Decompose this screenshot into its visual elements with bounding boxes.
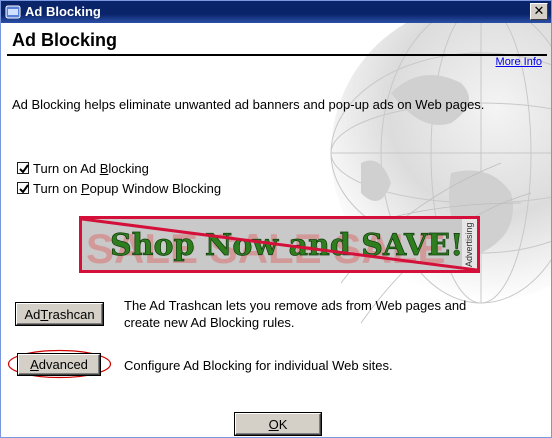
header-divider	[7, 54, 547, 56]
page-title: Ad Blocking	[12, 30, 118, 50]
description-text: Ad Blocking helps eliminate unwanted ad …	[12, 97, 485, 112]
window-title: Ad Blocking	[25, 4, 101, 19]
ok-button[interactable]: OK	[235, 413, 321, 435]
checkmark-icon	[19, 184, 29, 194]
more-info-link[interactable]: More Info	[496, 56, 542, 68]
ad-trashcan-description: The Ad Trashcan lets you remove ads from…	[124, 298, 467, 330]
popup-blocking-label: Turn on Popup Window Blocking	[33, 180, 222, 196]
close-button[interactable]: ✕	[530, 3, 548, 20]
advanced-description: Configure Ad Blocking for individual Web…	[124, 358, 393, 373]
blocked-ad-banner: SALE SALE SALE Shop Now and SAVE! Advert…	[79, 216, 480, 273]
ad-trashcan-button[interactable]: Ad Trashcan	[16, 303, 103, 325]
ad-blocking-checkbox[interactable]	[17, 162, 29, 174]
banner-side-label: Advertising	[464, 222, 474, 267]
checkmark-icon	[19, 164, 29, 174]
ad-blocking-label: Turn on Ad Blocking	[33, 160, 149, 176]
title-bar[interactable]: Ad Blocking ✕	[1, 1, 551, 23]
popup-blocking-checkbox[interactable]	[17, 182, 29, 194]
app-icon	[5, 5, 21, 19]
ad-blocking-option[interactable]: Turn on Ad Blocking	[17, 160, 149, 176]
popup-blocking-option[interactable]: Turn on Popup Window Blocking	[17, 180, 221, 196]
advanced-button[interactable]: Advanced	[18, 354, 100, 375]
ad-blocking-window: Ad Blocking ✕ Ad Blocking More Info Ad B…	[0, 0, 552, 438]
close-icon: ✕	[533, 3, 545, 18]
